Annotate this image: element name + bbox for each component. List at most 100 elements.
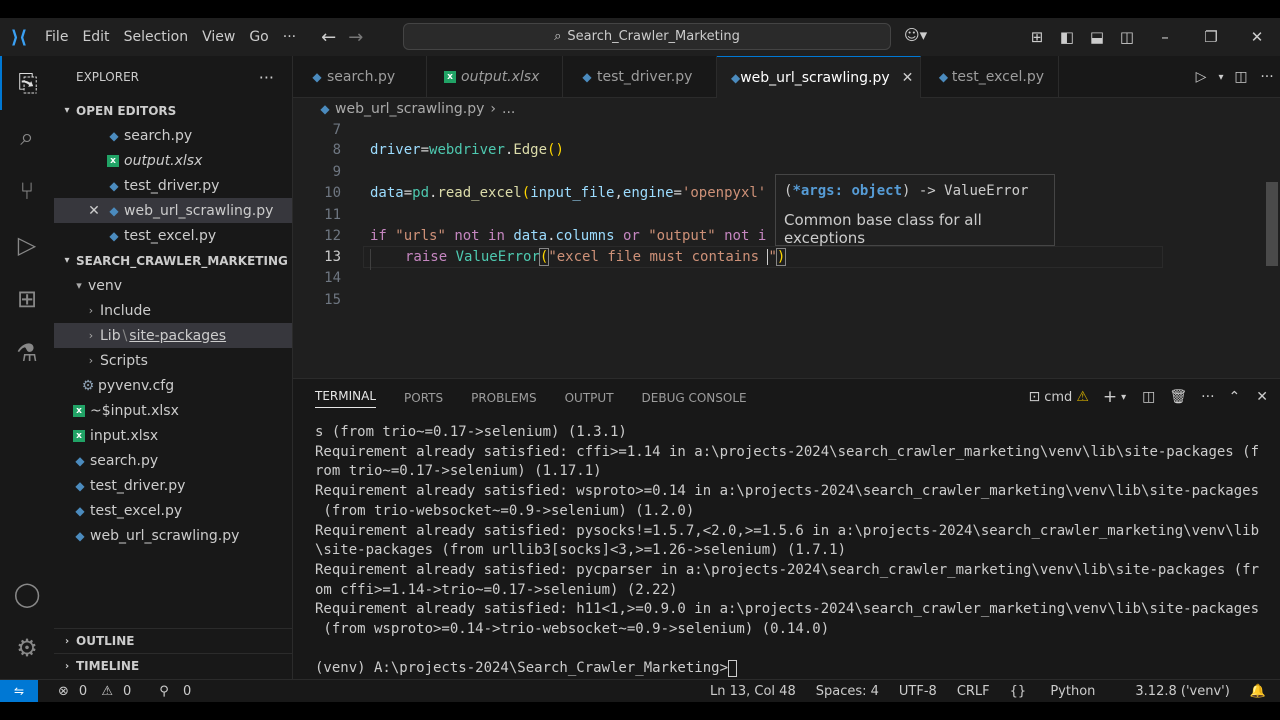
file-item[interactable]: ◆ test_driver.py: [54, 473, 292, 498]
run-file-icon[interactable]: ▷: [1188, 69, 1214, 85]
close-icon[interactable]: ✕: [84, 203, 104, 219]
file-label: pyvenv.cfg: [98, 377, 175, 394]
chevron-down-icon: ▾: [64, 255, 70, 266]
terminal-output[interactable]: s (from trio~=0.17->selenium) (1.3.1) Req…: [315, 423, 1265, 679]
search-icon[interactable]: ⌕: [0, 110, 54, 164]
open-editor-item[interactable]: ◆ test_excel.py: [54, 223, 292, 248]
menu-file[interactable]: File: [38, 29, 75, 45]
outline-section[interactable]: › OUTLINE: [54, 628, 292, 653]
open-editors-section[interactable]: ▾ OPEN EDITORS: [54, 98, 292, 123]
warning-icon[interactable]: ⚠: [1076, 389, 1089, 405]
file-label: web_url_scrawling.py: [124, 202, 274, 219]
file-item[interactable]: ◆ search.py: [54, 448, 292, 473]
python-interpreter[interactable]: 3.12.8 ('venv'): [1135, 684, 1229, 699]
chevron-right-icon: ›: [88, 329, 94, 342]
file-item[interactable]: ◆ test_excel.py: [54, 498, 292, 523]
project-section[interactable]: ▾ SEARCH_CRAWLER_MARKETING: [54, 248, 292, 273]
copilot-icon[interactable]: ☺▾: [904, 26, 927, 44]
file-item[interactable]: x ~$input.xlsx: [54, 398, 292, 423]
tab-ports[interactable]: PORTS: [404, 391, 443, 405]
tab-problems[interactable]: PROBLEMS: [471, 391, 537, 405]
open-editor-item-active[interactable]: ✕ ◆ web_url_scrawling.py: [54, 198, 292, 223]
terminal-prompt-line: (venv) A:\projects-2024\Search_Crawler_M…: [315, 659, 1265, 679]
file-item[interactable]: x input.xlsx: [54, 423, 292, 448]
forward-arrow-icon[interactable]: →: [348, 27, 363, 48]
language-mode[interactable]: {} Python: [1010, 684, 1116, 699]
folder-item-selected[interactable]: › Lib \ site-packages: [54, 323, 292, 348]
breadcrumb-symbols[interactable]: ...: [502, 101, 515, 117]
menu-selection[interactable]: Selection: [117, 29, 196, 45]
timeline-section[interactable]: › TIMELINE: [54, 653, 292, 678]
tab-output[interactable]: OUTPUT: [565, 391, 614, 405]
explorer-icon[interactable]: ⎘: [0, 56, 54, 110]
notifications-bell-icon[interactable]: 🔔: [1250, 684, 1266, 699]
more-actions-icon[interactable]: ···: [1201, 389, 1214, 405]
tab-test-excel-py[interactable]: ◆ test_excel.py: [921, 56, 1059, 98]
search-icon: ⌕: [554, 29, 562, 44]
code-token: =: [403, 185, 413, 201]
folder-item[interactable]: › Include: [54, 298, 292, 323]
source-control-icon[interactable]: ⑂: [0, 164, 54, 218]
tab-terminal[interactable]: TERMINAL: [315, 389, 377, 408]
tab-debug-console[interactable]: DEBUG CONSOLE: [642, 391, 747, 405]
menu-go[interactable]: Go: [242, 29, 275, 45]
tab-test-driver-py[interactable]: ◆ test_driver.py: [563, 56, 717, 98]
open-editor-item[interactable]: x output.xlsx: [54, 148, 292, 173]
breadcrumb-file[interactable]: web_url_scrawling.py: [335, 101, 484, 117]
open-editor-item[interactable]: ◆ test_driver.py: [54, 173, 292, 198]
tab-search-py[interactable]: ◆ search.py: [293, 56, 427, 98]
split-editor-icon[interactable]: ◫: [1228, 69, 1254, 85]
manage-gear-icon[interactable]: ⚙: [0, 634, 54, 662]
letterbox-bottom: [0, 702, 1280, 720]
command-center-search[interactable]: ⌕ Search_Crawler_Marketing: [403, 23, 891, 50]
menu-view[interactable]: View: [195, 29, 242, 45]
close-panel-icon[interactable]: ✕: [1256, 389, 1268, 405]
toggle-sidebar-icon[interactable]: ◧: [1052, 28, 1082, 46]
maximize-panel-icon[interactable]: ⌃: [1229, 389, 1241, 405]
chevron-down-icon[interactable]: ▾: [1214, 72, 1228, 83]
problems-status[interactable]: ⊗ 0 ⚠ 0: [48, 684, 131, 699]
trash-icon[interactable]: 🗑: [1169, 389, 1187, 405]
extensions-icon[interactable]: ⊞: [0, 272, 54, 326]
encoding[interactable]: UTF-8: [899, 684, 937, 699]
terminal-shell-label[interactable]: cmd: [1044, 390, 1072, 405]
split-terminal-icon[interactable]: ◫: [1142, 389, 1155, 405]
chevron-down-icon[interactable]: ▾: [1121, 392, 1126, 403]
toggle-panel-icon[interactable]: ⬓: [1082, 28, 1112, 46]
restore-icon[interactable]: ❐: [1188, 28, 1234, 46]
open-editor-item[interactable]: ◆ search.py: [54, 123, 292, 148]
editor-scrollbar[interactable]: [1266, 182, 1278, 266]
folder-item[interactable]: ▾ venv: [54, 273, 292, 298]
remote-icon[interactable]: ⇋: [0, 679, 38, 703]
customize-layout-icon[interactable]: ⊞: [1022, 28, 1052, 46]
toggle-secondary-sidebar-icon[interactable]: ◫: [1112, 28, 1142, 46]
cursor-position[interactable]: Ln 13, Col 48: [710, 684, 796, 699]
menu-more[interactable]: ···: [276, 29, 303, 45]
ports-status[interactable]: ⚲ 0: [149, 684, 191, 699]
line-endings[interactable]: CRLF: [957, 684, 990, 699]
menu-edit[interactable]: Edit: [75, 29, 116, 45]
file-item[interactable]: ◆ web_url_scrawling.py: [54, 523, 292, 548]
testing-icon[interactable]: ⚗: [0, 326, 54, 380]
terminal-line: Requirement already satisfied: pycparser…: [315, 561, 1260, 578]
minimize-icon[interactable]: –: [1142, 28, 1188, 46]
close-window-icon[interactable]: ✕: [1234, 28, 1280, 46]
back-arrow-icon[interactable]: ←: [321, 27, 336, 48]
tab-web-url-scrawling-py[interactable]: ◆ web_url_scrawling.py ✕: [717, 56, 921, 98]
indentation[interactable]: Spaces: 4: [816, 684, 879, 699]
more-actions-icon[interactable]: ···: [259, 68, 274, 87]
minimap[interactable]: [1176, 120, 1216, 150]
chevron-right-icon: ›: [88, 354, 94, 367]
tab-output-xlsx[interactable]: x output.xlsx: [427, 56, 563, 98]
account-icon[interactable]: ◯: [0, 580, 54, 608]
file-label: search.py: [124, 127, 193, 144]
more-actions-icon[interactable]: ···: [1254, 69, 1280, 85]
file-item[interactable]: ⚙ pyvenv.cfg: [54, 373, 292, 398]
folder-item[interactable]: › Scripts: [54, 348, 292, 373]
code-line-13: raise ValueError("excel file must contai…: [405, 248, 787, 266]
close-tab-icon[interactable]: ✕: [902, 70, 914, 86]
error-icon: ⊗: [58, 683, 69, 699]
new-terminal-plus-icon[interactable]: +: [1103, 387, 1117, 407]
code-editor[interactable]: 7 8 9 10 11 12 13 14 15 driver=webdriver…: [293, 120, 1280, 378]
run-debug-icon[interactable]: ▷: [0, 218, 54, 272]
